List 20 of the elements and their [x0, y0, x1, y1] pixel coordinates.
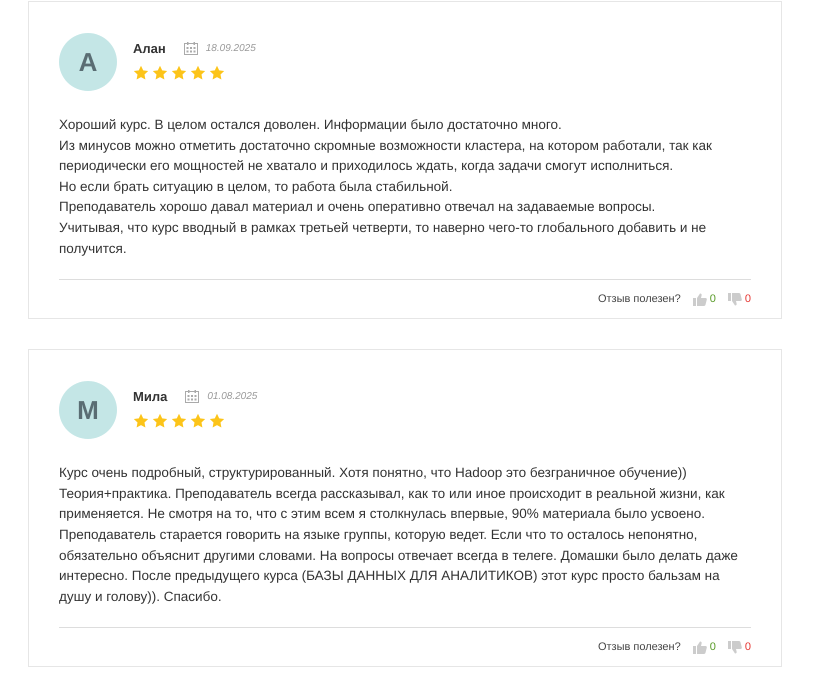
review-date: 18.09.2025 [206, 43, 256, 54]
like-count: 0 [710, 293, 716, 306]
avatar: М [59, 381, 117, 440]
avatar: А [59, 33, 117, 91]
thumbs-down-icon[interactable] [728, 292, 742, 306]
review-text: Курс очень подробный, структурированный. Хотя понятно, что Hadoop это безграничное обучение)) Теория+практика. Преподаватель всегда рассказывал, как то или иное происходит в реальной жизни, как применяется. Не смотря на то, что с этим всем я столкнулась впервые, 90% материала было усвоено. Преподаватель старается говорить на языке группы, которую ведет. Если что то осталось непонятно, обязательно объяснит другими словами. На вопросы отвечает всегда в телеге. Домашки было делать даже интересно. После предыдущего курса (БАЗЫ ДАННЫХ ДЛЯ АНАЛИТИКОВ) этот курс просто бальзам на душу и голову)). Спасибо. [59, 464, 739, 606]
thumbs-down-icon[interactable] [728, 640, 742, 654]
calendar-icon [184, 42, 198, 55]
calendar-icon [185, 390, 200, 404]
dislike-count: 0 [744, 293, 751, 306]
author-name: Алан [133, 41, 166, 56]
author-name: Мила [133, 389, 168, 404]
dislike-count: 0 [744, 641, 751, 654]
thumbs-up-icon[interactable] [692, 640, 707, 654]
review-date: 01.08.2025 [207, 391, 258, 402]
review-text: Хороший курс. В целом остался доволен. Информации было достаточно много. Из минусов можно отметить достаточно скромные возможности кластера, на котором работали, так как периодически его мощностей не хватало и приходилось ждать, когда задачи смогут исполниться. Но если брать ситуацию в целом, то работа была стабильной. Преподаватель хорошо давал материал и очень оперативно отвечал на задаваемые вопросы. Учитывая, что курс вводный в рамках третьей четверти, то наверно чего-то глобального добавить и не получится. [59, 116, 713, 258]
like-count: 0 [710, 641, 716, 654]
helpful-label: Отзыв полезен? [598, 641, 681, 654]
helpful-label: Отзыв полезен? [598, 293, 681, 306]
thumbs-up-icon[interactable] [692, 292, 707, 306]
